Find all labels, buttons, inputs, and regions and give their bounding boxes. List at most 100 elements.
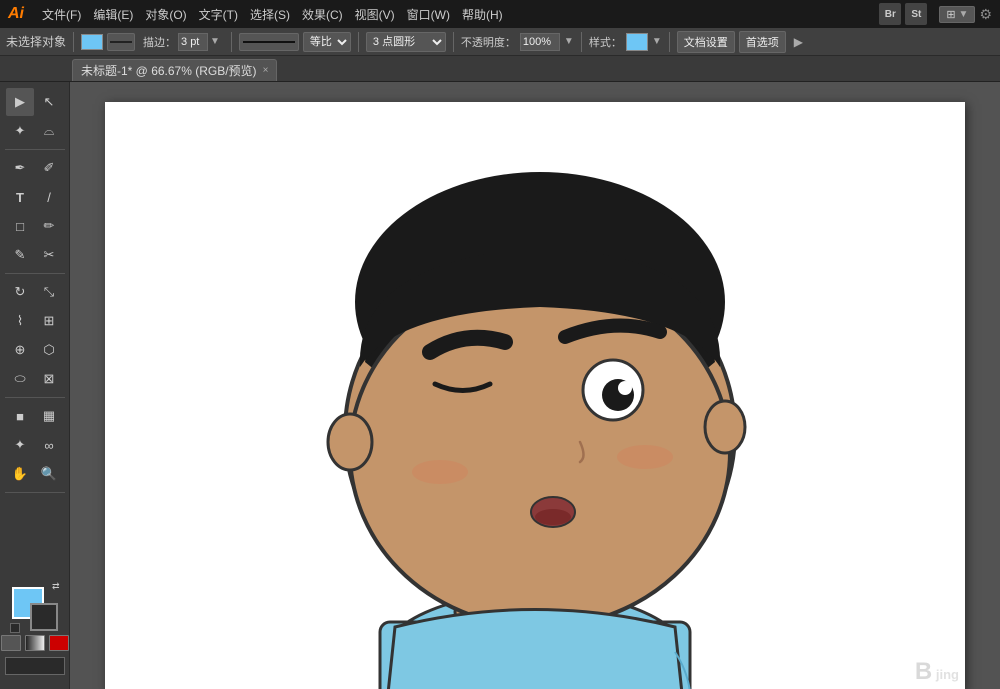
tab-close-btn[interactable]: × bbox=[263, 65, 269, 76]
curvature-tool[interactable]: ✐ bbox=[35, 154, 63, 182]
artboard-btn[interactable] bbox=[5, 657, 65, 675]
menu-select[interactable]: 选择(S) bbox=[244, 6, 296, 23]
stroke-arrow: ▼ bbox=[210, 36, 220, 47]
tab-bar: 未标题-1* @ 66.67% (RGB/预览) × bbox=[0, 56, 1000, 82]
gradient-tool[interactable]: ■ bbox=[6, 402, 34, 430]
warp-tool[interactable]: ⌇ bbox=[6, 307, 34, 335]
tool-row-10: ⬭ ⊠ bbox=[6, 365, 63, 393]
live-paint-tool[interactable]: ⬡ bbox=[35, 336, 63, 364]
proportion-select[interactable]: 等比 bbox=[303, 32, 351, 52]
menu-effect[interactable]: 效果(C) bbox=[296, 6, 349, 23]
tool-row-7: ↻ ⤡ bbox=[6, 278, 63, 306]
toolbar-options-btn[interactable]: ▶ bbox=[794, 35, 803, 49]
magic-wand-tool[interactable]: ✦ bbox=[6, 117, 34, 145]
rotate-tool[interactable]: ↻ bbox=[6, 278, 34, 306]
lasso-tool[interactable]: ⌓ bbox=[35, 117, 63, 145]
tool-row-1: ▶ ↖ bbox=[6, 88, 63, 116]
color-mode-btn[interactable] bbox=[1, 635, 21, 651]
default-colors-btn[interactable] bbox=[10, 623, 20, 633]
tool-row-3: ✒ ✐ bbox=[6, 154, 63, 182]
stroke-value-input[interactable] bbox=[178, 33, 208, 51]
free-transform-tool[interactable]: ⊞ bbox=[35, 307, 63, 335]
hand-tool[interactable]: ✋ bbox=[6, 460, 34, 488]
divider-6 bbox=[669, 32, 670, 52]
scale-tool[interactable]: ⤡ bbox=[35, 278, 63, 306]
menu-object[interactable]: 对象(O) bbox=[139, 6, 192, 23]
tool-row-13: ✋ 🔍 bbox=[6, 460, 63, 488]
stroke-label: 描边： bbox=[143, 34, 176, 50]
stroke-dropdown[interactable]: 描边： ▼ bbox=[139, 31, 224, 53]
selection-tool[interactable]: ▶ bbox=[6, 88, 34, 116]
tool-row-9: ⊕ ⬡ bbox=[6, 336, 63, 364]
tool-row-12: ✦ ∞ bbox=[6, 431, 63, 459]
no-select-label: 未选择对象 bbox=[6, 33, 66, 50]
pen-tool[interactable]: ✒ bbox=[6, 154, 34, 182]
arrange-btn[interactable]: ⊞ ▼ bbox=[939, 6, 975, 23]
mesh-tool[interactable]: ⊠ bbox=[35, 365, 63, 393]
shape-select[interactable]: 3 点圆形 bbox=[366, 32, 446, 52]
blend-tool[interactable]: ∞ bbox=[35, 431, 63, 459]
tool-divider-1 bbox=[5, 149, 65, 150]
tool-row-11: ■ ▦ bbox=[6, 402, 63, 430]
type-tool[interactable]: T bbox=[6, 183, 34, 211]
tool-row-2: ✦ ⌓ bbox=[6, 117, 63, 145]
title-bar: Ai 文件(F) 编辑(E) 对象(O) 文字(T) 选择(S) 效果(C) 视… bbox=[0, 0, 1000, 28]
swap-colors-btn[interactable]: ⇄ bbox=[52, 581, 60, 592]
menu-file[interactable]: 文件(F) bbox=[36, 6, 87, 23]
menu-type[interactable]: 文字(T) bbox=[193, 6, 244, 23]
opacity-label: 不透明度： bbox=[461, 34, 516, 50]
prefs-button[interactable]: 首选项 bbox=[739, 31, 786, 53]
direct-selection-tool[interactable]: ↖ bbox=[35, 88, 63, 116]
menu-window[interactable]: 窗口(W) bbox=[401, 6, 456, 23]
character-svg bbox=[285, 102, 785, 689]
color-squares: ⇄ bbox=[12, 587, 58, 631]
tool-divider-4 bbox=[5, 492, 65, 493]
divider-3 bbox=[358, 32, 359, 52]
watermark: B jing bbox=[915, 658, 959, 686]
tab-label: 未标题-1* @ 66.67% (RGB/预览) bbox=[81, 62, 257, 79]
bridge-icon[interactable]: Br bbox=[879, 3, 901, 25]
paintbrush-tool[interactable]: ✏ bbox=[35, 212, 63, 240]
stroke-color[interactable] bbox=[30, 603, 58, 631]
none-mode-btn[interactable] bbox=[49, 635, 69, 651]
stroke-box bbox=[107, 33, 135, 51]
perspective-tool[interactable]: ⬭ bbox=[6, 365, 34, 393]
ai-logo: Ai bbox=[8, 5, 24, 23]
zoom-tool[interactable]: 🔍 bbox=[35, 460, 63, 488]
menu-help[interactable]: 帮助(H) bbox=[456, 6, 509, 23]
line-segment-tool[interactable]: / bbox=[35, 183, 63, 211]
main-area: ▶ ↖ ✦ ⌓ ✒ ✐ T / □ ✏ ✎ ✂ ↻ ⤡ ⌇ bbox=[0, 82, 1000, 689]
stock-icon[interactable]: St bbox=[905, 3, 927, 25]
opacity-input[interactable] bbox=[520, 33, 560, 51]
rectangle-tool[interactable]: □ bbox=[6, 212, 34, 240]
eraser-tool[interactable]: ✂ bbox=[35, 241, 63, 269]
divider-5 bbox=[581, 32, 582, 52]
stroke-icon[interactable] bbox=[107, 33, 135, 51]
doc-setup-button[interactable]: 文档设置 bbox=[677, 31, 735, 53]
fill-color-swatch[interactable] bbox=[81, 34, 103, 50]
tool-row-4: T / bbox=[6, 183, 63, 211]
color-mode-row bbox=[1, 635, 69, 651]
shape-builder-tool[interactable]: ⊕ bbox=[6, 336, 34, 364]
opacity-arrow: ▼ bbox=[564, 36, 574, 47]
toolbar: 未选择对象 描边： ▼ 等比 3 点圆形 不透明度： ▼ 样式： ▼ 文档设置 … bbox=[0, 28, 1000, 56]
stroke-line bbox=[110, 41, 132, 43]
style-swatch[interactable] bbox=[626, 33, 648, 51]
pencil-tool[interactable]: ✎ bbox=[6, 241, 34, 269]
eyedropper-tool[interactable]: ✦ bbox=[6, 431, 34, 459]
canvas: B jing bbox=[105, 102, 965, 689]
chart-tool[interactable]: ▦ bbox=[35, 402, 63, 430]
style-label: 样式： bbox=[589, 34, 622, 50]
tool-row-8: ⌇ ⊞ bbox=[6, 307, 63, 335]
document-tab[interactable]: 未标题-1* @ 66.67% (RGB/预览) × bbox=[72, 59, 277, 81]
gradient-mode-btn[interactable] bbox=[25, 635, 45, 651]
tool-row-6: ✎ ✂ bbox=[6, 241, 63, 269]
left-toolbar: ▶ ↖ ✦ ⌓ ✒ ✐ T / □ ✏ ✎ ✂ ↻ ⤡ ⌇ bbox=[0, 82, 70, 689]
style-arrow: ▼ bbox=[652, 36, 662, 47]
options-icon[interactable]: ⚙ bbox=[979, 6, 992, 23]
divider-1 bbox=[73, 32, 74, 52]
canvas-area[interactable]: B jing bbox=[70, 82, 1000, 689]
line-style-icon[interactable] bbox=[239, 33, 299, 51]
menu-view[interactable]: 视图(V) bbox=[349, 6, 401, 23]
menu-edit[interactable]: 编辑(E) bbox=[87, 6, 139, 23]
